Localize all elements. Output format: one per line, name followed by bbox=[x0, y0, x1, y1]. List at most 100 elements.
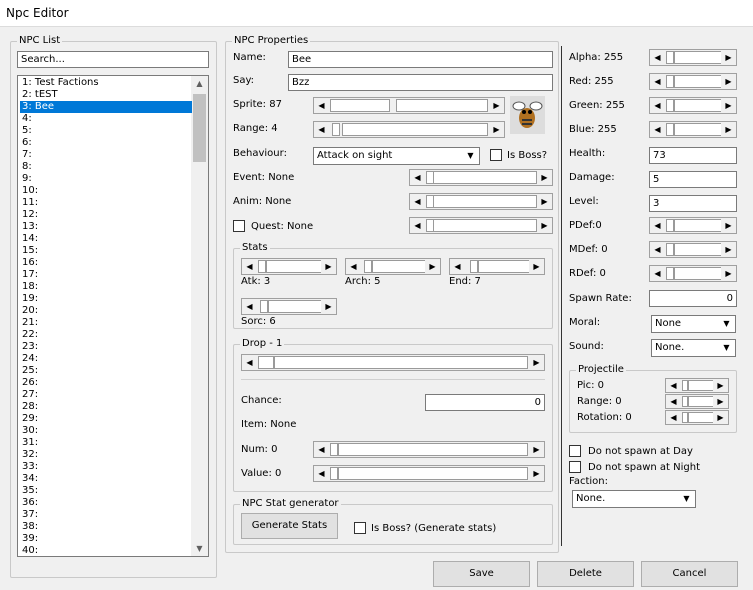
list-item[interactable]: 37: bbox=[20, 509, 192, 521]
list-item[interactable]: 38: bbox=[20, 521, 192, 533]
no-spawn-night-label: Do not spawn at Night bbox=[588, 462, 701, 473]
chevron-down-icon[interactable]: ▼ bbox=[719, 341, 734, 355]
red-label: Red: 255 bbox=[569, 76, 614, 87]
rdef-scrollbar[interactable]: ◀ ▶ bbox=[649, 265, 737, 282]
chevron-down-icon[interactable]: ▼ bbox=[679, 492, 694, 506]
rotation-scrollbar[interactable]: ◀ ▶ bbox=[665, 410, 729, 425]
list-item[interactable]: 36: bbox=[20, 497, 192, 509]
list-item[interactable]: 5: bbox=[20, 125, 192, 137]
blue-scrollbar[interactable]: ◀ ▶ bbox=[649, 121, 737, 138]
list-item[interactable]: 28: bbox=[20, 401, 192, 413]
search-input[interactable]: Search... bbox=[17, 51, 209, 68]
list-item[interactable]: 27: bbox=[20, 389, 192, 401]
event-label: Event: None bbox=[233, 172, 295, 183]
quest-scrollbar[interactable]: ◀ ▶ bbox=[409, 217, 553, 234]
list-item[interactable]: 3: Bee bbox=[20, 101, 192, 113]
list-item[interactable]: 16: bbox=[20, 257, 192, 269]
event-scrollbar[interactable]: ◀ ▶ bbox=[409, 169, 553, 186]
level-field[interactable]: 3 bbox=[649, 195, 737, 212]
list-item[interactable]: 25: bbox=[20, 365, 192, 377]
list-item[interactable]: 6: bbox=[20, 137, 192, 149]
list-item[interactable]: 30: bbox=[20, 425, 192, 437]
list-item[interactable]: 13: bbox=[20, 221, 192, 233]
chevron-down-icon[interactable]: ▼ bbox=[463, 149, 478, 163]
faction-select[interactable]: None. ▼ bbox=[572, 490, 696, 508]
list-item[interactable]: 7: bbox=[20, 149, 192, 161]
list-item[interactable]: 20: bbox=[20, 305, 192, 317]
list-item[interactable]: 24: bbox=[20, 353, 192, 365]
list-item[interactable]: 19: bbox=[20, 293, 192, 305]
list-item[interactable]: 22: bbox=[20, 329, 192, 341]
list-item[interactable]: 33: bbox=[20, 461, 192, 473]
list-item[interactable]: 39: bbox=[20, 533, 192, 545]
sorc-scrollbar[interactable]: ◀ ▶ bbox=[241, 298, 337, 315]
list-item[interactable]: 21: bbox=[20, 317, 192, 329]
list-item[interactable]: 26: bbox=[20, 377, 192, 389]
generate-stats-button[interactable]: Generate Stats bbox=[241, 513, 338, 539]
list-item[interactable]: 12: bbox=[20, 209, 192, 221]
list-item[interactable]: 32: bbox=[20, 449, 192, 461]
range-scrollbar[interactable]: ◀ ▶ bbox=[313, 121, 505, 138]
scroll-thumb[interactable] bbox=[193, 94, 206, 162]
scroll-up-icon[interactable]: ▲ bbox=[191, 76, 208, 91]
list-item[interactable]: 1: Test Factions bbox=[20, 77, 192, 89]
list-item[interactable]: 8: bbox=[20, 161, 192, 173]
quest-checkbox[interactable] bbox=[233, 220, 245, 232]
no-spawn-day-checkbox[interactable] bbox=[569, 445, 581, 457]
chevron-down-icon[interactable]: ▼ bbox=[719, 317, 734, 331]
sprite-label: Sprite: 87 bbox=[233, 99, 282, 110]
anim-scrollbar[interactable]: ◀ ▶ bbox=[409, 193, 553, 210]
npc-listbox[interactable]: ▲ ▼ 1: Test Factions 2: tEST 3: Bee 4: 5: 6: 7… bbox=[17, 75, 209, 557]
atk-scrollbar[interactable]: ◀ ▶ bbox=[241, 258, 337, 275]
name-field[interactable]: Bee bbox=[288, 51, 553, 68]
list-scrollbar[interactable]: ▲ ▼ bbox=[191, 76, 208, 556]
list-item[interactable]: 17: bbox=[20, 269, 192, 281]
is-boss-checkbox[interactable] bbox=[490, 149, 502, 161]
list-item[interactable]: 35: bbox=[20, 485, 192, 497]
arch-scrollbar[interactable]: ◀ ▶ bbox=[345, 258, 441, 275]
pic-label: Pic: 0 bbox=[577, 380, 604, 391]
red-scrollbar[interactable]: ◀ ▶ bbox=[649, 73, 737, 90]
sprite-scrollbar[interactable]: ◀ ▶ bbox=[313, 97, 505, 114]
list-item[interactable]: 29: bbox=[20, 413, 192, 425]
chance-field[interactable]: 0 bbox=[425, 394, 545, 411]
green-scrollbar[interactable]: ◀ ▶ bbox=[649, 97, 737, 114]
no-spawn-night-checkbox[interactable] bbox=[569, 461, 581, 473]
list-item[interactable]: 10: bbox=[20, 185, 192, 197]
end-scrollbar[interactable]: ◀ ▶ bbox=[449, 258, 545, 275]
pdef-scrollbar[interactable]: ◀ ▶ bbox=[649, 217, 737, 234]
say-field[interactable]: Bzz bbox=[288, 74, 553, 91]
save-button[interactable]: Save bbox=[433, 561, 530, 587]
mdef-scrollbar[interactable]: ◀ ▶ bbox=[649, 241, 737, 258]
gen-is-boss-checkbox[interactable] bbox=[354, 522, 366, 534]
list-item[interactable]: 14: bbox=[20, 233, 192, 245]
list-item[interactable]: 18: bbox=[20, 281, 192, 293]
list-item[interactable]: 23: bbox=[20, 341, 192, 353]
list-item[interactable]: 15: bbox=[20, 245, 192, 257]
delete-button[interactable]: Delete bbox=[537, 561, 634, 587]
list-item[interactable]: 40: bbox=[20, 545, 192, 557]
list-item[interactable]: 4: bbox=[20, 113, 192, 125]
list-item[interactable]: 11: bbox=[20, 197, 192, 209]
health-field[interactable]: 73 bbox=[649, 147, 737, 164]
cancel-button[interactable]: Cancel bbox=[641, 561, 738, 587]
drop-scrollbar[interactable]: ◀ ▶ bbox=[241, 354, 545, 371]
list-item[interactable]: 9: bbox=[20, 173, 192, 185]
pic-scrollbar[interactable]: ◀ ▶ bbox=[665, 378, 729, 393]
num-scrollbar[interactable]: ◀ ▶ bbox=[313, 441, 545, 458]
behaviour-select[interactable]: Attack on sight ▼ bbox=[313, 147, 480, 165]
list-item[interactable]: 31: bbox=[20, 437, 192, 449]
stats-label: Stats bbox=[240, 242, 270, 254]
damage-field[interactable]: 5 bbox=[649, 171, 737, 188]
value-scrollbar[interactable]: ◀ ▶ bbox=[313, 465, 545, 482]
alpha-scrollbar[interactable]: ◀ ▶ bbox=[649, 49, 737, 66]
spawn-rate-label: Spawn Rate: bbox=[569, 293, 632, 304]
sound-select[interactable]: None. ▼ bbox=[651, 339, 736, 357]
moral-select[interactable]: None ▼ bbox=[651, 315, 736, 333]
proj-range-scrollbar[interactable]: ◀ ▶ bbox=[665, 394, 729, 409]
spawn-rate-field[interactable]: 0 bbox=[649, 290, 737, 307]
list-item[interactable]: 2: tEST bbox=[20, 89, 192, 101]
scroll-down-icon[interactable]: ▼ bbox=[191, 541, 208, 556]
list-item[interactable]: 34: bbox=[20, 473, 192, 485]
rotation-label: Rotation: 0 bbox=[577, 412, 632, 423]
